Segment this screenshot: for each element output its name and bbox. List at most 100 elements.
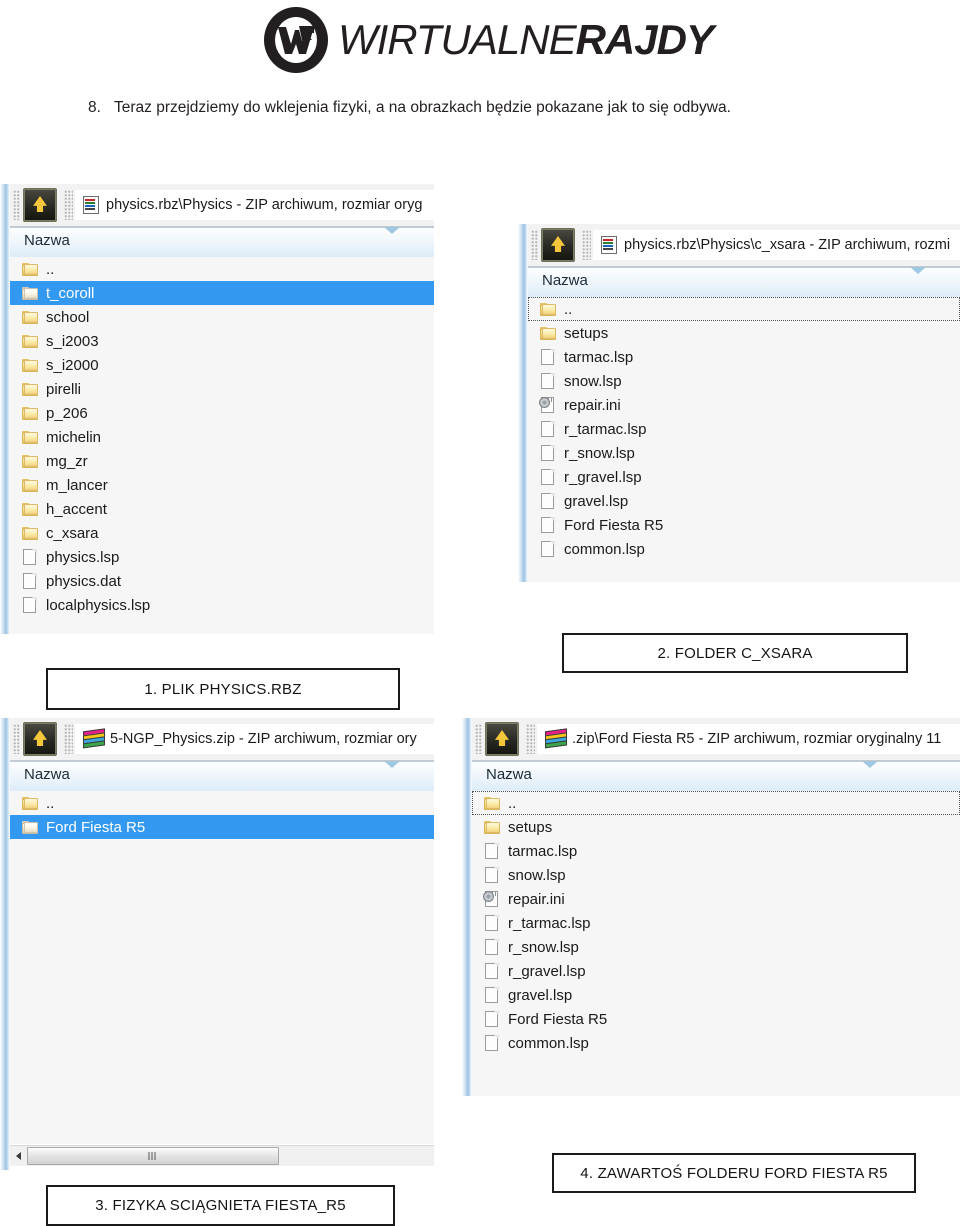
- folder-icon: [22, 501, 39, 517]
- column-header-label: Nazwa: [486, 766, 532, 783]
- file-list-row[interactable]: mg_zr: [10, 449, 434, 473]
- column-header-nazwa[interactable]: Nazwa: [10, 227, 434, 259]
- column-header-label: Nazwa: [24, 232, 70, 249]
- file-list-row[interactable]: common.lsp: [472, 1031, 960, 1055]
- file-name: r_gravel.lsp: [508, 962, 586, 980]
- file-list-row[interactable]: setups: [472, 815, 960, 839]
- file-list[interactable]: .. Ford Fiesta R5: [10, 791, 434, 1144]
- file-list-row[interactable]: school: [10, 305, 434, 329]
- scroll-left-arrow-icon[interactable]: [10, 1147, 27, 1165]
- address-bar[interactable]: physics.rbz\Physics\c_xsara - ZIP archiw…: [593, 230, 960, 260]
- up-arrow-icon[interactable]: [541, 228, 575, 262]
- toolbar-separator-icon: [582, 230, 591, 260]
- toolbar-grip-icon[interactable]: [531, 230, 538, 260]
- file-list-row[interactable]: Ford Fiesta R5: [10, 815, 434, 839]
- file-list-row[interactable]: localphysics.lsp: [10, 593, 434, 617]
- archive-window-5ngp-physics-zip[interactable]: 5-NGP_Physics.zip - ZIP archiwum, rozmia…: [0, 718, 434, 1170]
- file-name: ..: [508, 794, 517, 812]
- file-list-row[interactable]: r_snow.lsp: [528, 441, 960, 465]
- file-list-row[interactable]: r_tarmac.lsp: [472, 911, 960, 935]
- file-list-row[interactable]: t_coroll: [10, 281, 434, 305]
- file-list-row[interactable]: snow.lsp: [528, 369, 960, 393]
- file-list-row[interactable]: tarmac.lsp: [528, 345, 960, 369]
- archive-window-physics-rbz[interactable]: physics.rbz\Physics - ZIP archiwum, rozm…: [0, 184, 434, 634]
- file-list[interactable]: .. setups tarmac.lsp snow.lsp repair.ini r_ta…: [528, 297, 960, 582]
- file-name: m_lancer: [46, 476, 108, 494]
- file-name: michelin: [46, 428, 102, 446]
- caption-4-box: 4. ZAWARTOŚ FOLDERU FORD FIESTA R5: [552, 1153, 916, 1193]
- file-list-row[interactable]: Ford Fiesta R5: [528, 513, 960, 537]
- file-list-row[interactable]: michelin: [10, 425, 434, 449]
- file-name: r_tarmac.lsp: [508, 914, 591, 932]
- file-list-row[interactable]: gravel.lsp: [528, 489, 960, 513]
- file-name: r_snow.lsp: [508, 938, 579, 956]
- window-left-edge: [0, 718, 10, 1170]
- column-header-nazwa[interactable]: Nazwa: [10, 761, 434, 793]
- toolbar-grip-icon[interactable]: [13, 190, 20, 220]
- file-name: ..: [564, 300, 573, 318]
- file-list-row[interactable]: r_snow.lsp: [472, 935, 960, 959]
- file-list-row[interactable]: r_gravel.lsp: [472, 959, 960, 983]
- file-name: h_accent: [46, 500, 107, 518]
- file-list-row[interactable]: s_i2000: [10, 353, 434, 377]
- address-bar[interactable]: .zip\Ford Fiesta R5 - ZIP archiwum, rozm…: [537, 724, 960, 754]
- column-header-nazwa[interactable]: Nazwa: [528, 267, 960, 299]
- file-list-row[interactable]: r_tarmac.lsp: [528, 417, 960, 441]
- file-list-row[interactable]: p_206: [10, 401, 434, 425]
- file-list-row[interactable]: h_accent: [10, 497, 434, 521]
- file-list-row[interactable]: gravel.lsp: [472, 983, 960, 1007]
- file-list-row[interactable]: repair.ini: [528, 393, 960, 417]
- toolbar-grip-icon[interactable]: [475, 724, 482, 754]
- file-list-row[interactable]: ..: [10, 791, 434, 815]
- folder-icon: [540, 301, 557, 317]
- address-text: physics.rbz\Physics\c_xsara - ZIP archiw…: [624, 237, 951, 253]
- address-bar[interactable]: physics.rbz\Physics - ZIP archiwum, rozm…: [75, 190, 434, 220]
- file-list-row[interactable]: tarmac.lsp: [472, 839, 960, 863]
- sort-descending-icon: [910, 267, 926, 274]
- file-list-row[interactable]: setups: [528, 321, 960, 345]
- file-list-row[interactable]: Ford Fiesta R5: [472, 1007, 960, 1031]
- up-arrow-icon[interactable]: [23, 722, 57, 756]
- archive-doc-icon: [83, 196, 99, 214]
- file-list-row[interactable]: ..: [472, 791, 960, 815]
- file-list-row[interactable]: s_i2003: [10, 329, 434, 353]
- file-list-row[interactable]: c_xsara: [10, 521, 434, 545]
- sort-descending-icon: [862, 761, 878, 768]
- file-name: c_xsara: [46, 524, 99, 542]
- file-list-row[interactable]: snow.lsp: [472, 863, 960, 887]
- file-list-row[interactable]: r_gravel.lsp: [528, 465, 960, 489]
- column-header-nazwa[interactable]: Nazwa: [472, 761, 960, 793]
- archive-window-ford-fiesta-r5[interactable]: .zip\Ford Fiesta R5 - ZIP archiwum, rozm…: [462, 718, 960, 1096]
- toolbar[interactable]: physics.rbz\Physics\c_xsara - ZIP archiw…: [528, 224, 960, 267]
- file-icon: [484, 843, 501, 859]
- file-list-row[interactable]: common.lsp: [528, 537, 960, 561]
- file-name: ..: [46, 260, 55, 278]
- toolbar-grip-icon[interactable]: [13, 724, 20, 754]
- address-bar[interactable]: 5-NGP_Physics.zip - ZIP archiwum, rozmia…: [75, 724, 434, 754]
- file-list[interactable]: .. t_coroll school s_i2003 s_i2000 pirelli p_2…: [10, 257, 434, 634]
- toolbar[interactable]: physics.rbz\Physics - ZIP archiwum, rozm…: [10, 184, 434, 227]
- up-arrow-icon[interactable]: [23, 188, 57, 222]
- file-list-row[interactable]: repair.ini: [472, 887, 960, 911]
- file-list-row[interactable]: m_lancer: [10, 473, 434, 497]
- archive-doc-icon: [601, 236, 617, 254]
- file-icon: [540, 445, 557, 461]
- file-name: tarmac.lsp: [564, 348, 634, 366]
- file-name: localphysics.lsp: [46, 596, 151, 614]
- file-name: r_tarmac.lsp: [564, 420, 647, 438]
- file-list[interactable]: .. setups tarmac.lsp snow.lsp repair.ini r_ta…: [472, 791, 960, 1096]
- file-list-row[interactable]: pirelli: [10, 377, 434, 401]
- file-list-row[interactable]: physics.dat: [10, 569, 434, 593]
- wr-circle-logo-icon: [262, 6, 330, 74]
- file-list-row[interactable]: physics.lsp: [10, 545, 434, 569]
- file-list-row[interactable]: ..: [10, 257, 434, 281]
- step-number: 8.: [88, 99, 101, 116]
- scrollbar-thumb[interactable]: [27, 1147, 279, 1165]
- horizontal-scrollbar[interactable]: [10, 1145, 434, 1166]
- archive-window-c-xsara[interactable]: physics.rbz\Physics\c_xsara - ZIP archiw…: [518, 224, 960, 582]
- up-arrow-icon[interactable]: [485, 722, 519, 756]
- toolbar[interactable]: .zip\Ford Fiesta R5 - ZIP archiwum, rozm…: [472, 718, 960, 761]
- folder-icon: [22, 819, 39, 835]
- toolbar[interactable]: 5-NGP_Physics.zip - ZIP archiwum, rozmia…: [10, 718, 434, 761]
- file-list-row[interactable]: ..: [528, 297, 960, 321]
